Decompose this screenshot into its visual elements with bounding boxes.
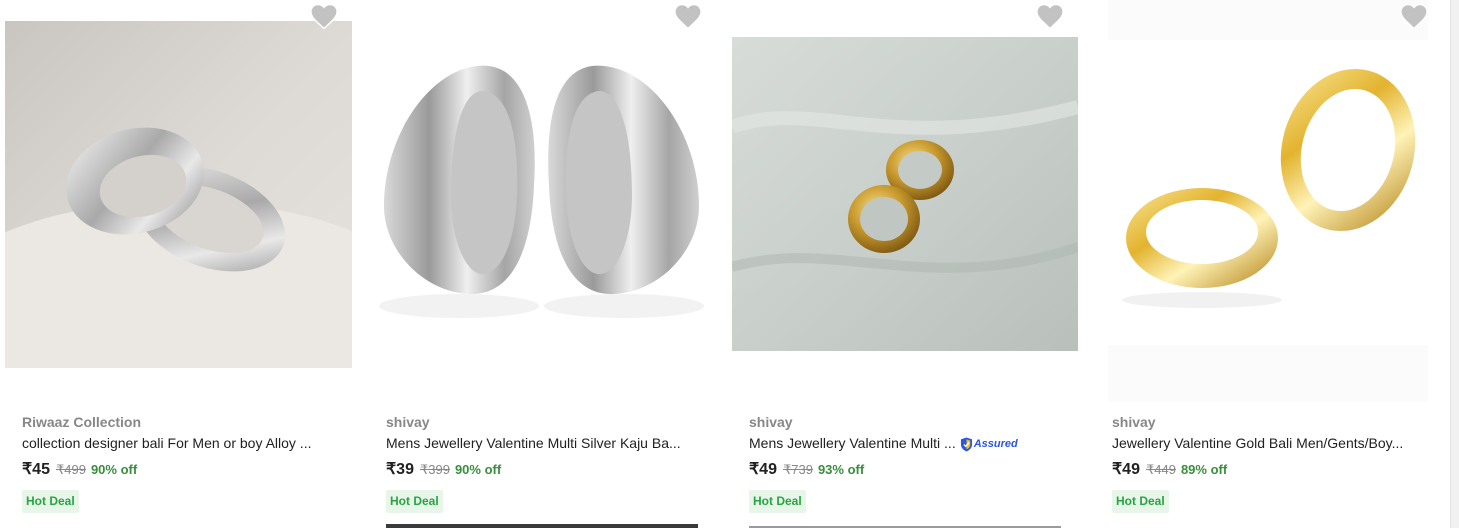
- assured-label: Assured: [973, 438, 1018, 451]
- hot-deal-badge: Hot Deal: [386, 490, 443, 513]
- product-title[interactable]: collection designer bali For Men or boy …: [22, 432, 352, 454]
- product-card[interactable]: shivay Jewellery Valentine Gold Bali Men…: [1090, 0, 1453, 528]
- product-mrp: ₹449: [1145, 462, 1176, 477]
- product-discount: 90% off: [454, 462, 502, 477]
- product-title-text[interactable]: collection designer bali For Men or boy …: [22, 435, 311, 451]
- product-price: ₹49: [1112, 461, 1140, 478]
- product-title-text[interactable]: Mens Jewellery Valentine Multi Silver Ka…: [386, 435, 681, 451]
- product-brand: shivay: [386, 414, 430, 430]
- page-scrollbar[interactable]: [1450, 0, 1459, 528]
- product-info: shivay Mens Jewellery Valentine Multi ..…: [749, 412, 1079, 513]
- product-info: Riwaaz Collection collection designer ba…: [22, 412, 352, 513]
- product-discount: 89% off: [1180, 462, 1228, 477]
- product-info: shivay Mens Jewellery Valentine Multi Si…: [386, 412, 716, 513]
- product-brand: shivay: [749, 414, 793, 430]
- wishlist-heart-icon[interactable]: [1035, 2, 1065, 30]
- product-discount: 90% off: [90, 462, 138, 477]
- product-title-text[interactable]: Jewellery Valentine Gold Bali Men/Gents/…: [1112, 435, 1403, 451]
- gold-hoop-pair-image: [1108, 0, 1428, 402]
- product-mrp: ₹499: [55, 462, 86, 477]
- next-row-image-edge: [386, 524, 698, 528]
- product-card[interactable]: shivay Mens Jewellery Valentine Multi ..…: [727, 0, 1090, 528]
- product-grid: Riwaaz Collection collection designer ba…: [0, 0, 1450, 528]
- hot-deal-badge: Hot Deal: [22, 490, 79, 513]
- assured-badge: Assured: [960, 433, 1018, 454]
- product-mrp: ₹739: [782, 462, 813, 477]
- wishlist-heart-icon[interactable]: [1399, 2, 1429, 30]
- product-price: ₹45: [22, 461, 50, 478]
- product-image[interactable]: [5, 21, 352, 368]
- product-brand: Riwaaz Collection: [22, 414, 142, 430]
- wishlist-heart-icon[interactable]: [673, 2, 703, 30]
- product-title-text[interactable]: Mens Jewellery Valentine Multi ...: [749, 435, 956, 451]
- product-title[interactable]: Mens Jewellery Valentine Multi ... Assure…: [749, 432, 1079, 454]
- price-row: ₹49 ₹739 93% off: [749, 457, 1079, 483]
- product-title[interactable]: Mens Jewellery Valentine Multi Silver Ka…: [386, 432, 716, 454]
- silver-hoop-earrings-image: [5, 21, 352, 368]
- price-row: ₹49 ₹449 89% off: [1112, 457, 1442, 483]
- product-brand: shivay: [1112, 414, 1156, 430]
- product-image[interactable]: [732, 37, 1078, 351]
- gold-small-hoops-image: [732, 37, 1078, 351]
- product-title[interactable]: Jewellery Valentine Gold Bali Men/Gents/…: [1112, 432, 1442, 454]
- product-discount: 93% off: [817, 462, 865, 477]
- price-row: ₹45 ₹499 90% off: [22, 457, 352, 483]
- silver-hoop-pair-image: [369, 36, 714, 351]
- hot-deal-badge: Hot Deal: [749, 490, 806, 513]
- product-mrp: ₹399: [419, 462, 450, 477]
- product-image[interactable]: [369, 36, 714, 351]
- assured-shield-icon: [960, 437, 972, 452]
- product-price: ₹49: [749, 461, 777, 478]
- product-price: ₹39: [386, 461, 414, 478]
- hot-deal-badge: Hot Deal: [1112, 490, 1169, 513]
- product-card[interactable]: Riwaaz Collection collection designer ba…: [0, 0, 363, 528]
- product-card[interactable]: shivay Mens Jewellery Valentine Multi Si…: [364, 0, 727, 528]
- product-image[interactable]: [1108, 0, 1428, 402]
- price-row: ₹39 ₹399 90% off: [386, 457, 716, 483]
- wishlist-heart-icon[interactable]: [309, 2, 339, 30]
- product-info: shivay Jewellery Valentine Gold Bali Men…: [1112, 412, 1442, 513]
